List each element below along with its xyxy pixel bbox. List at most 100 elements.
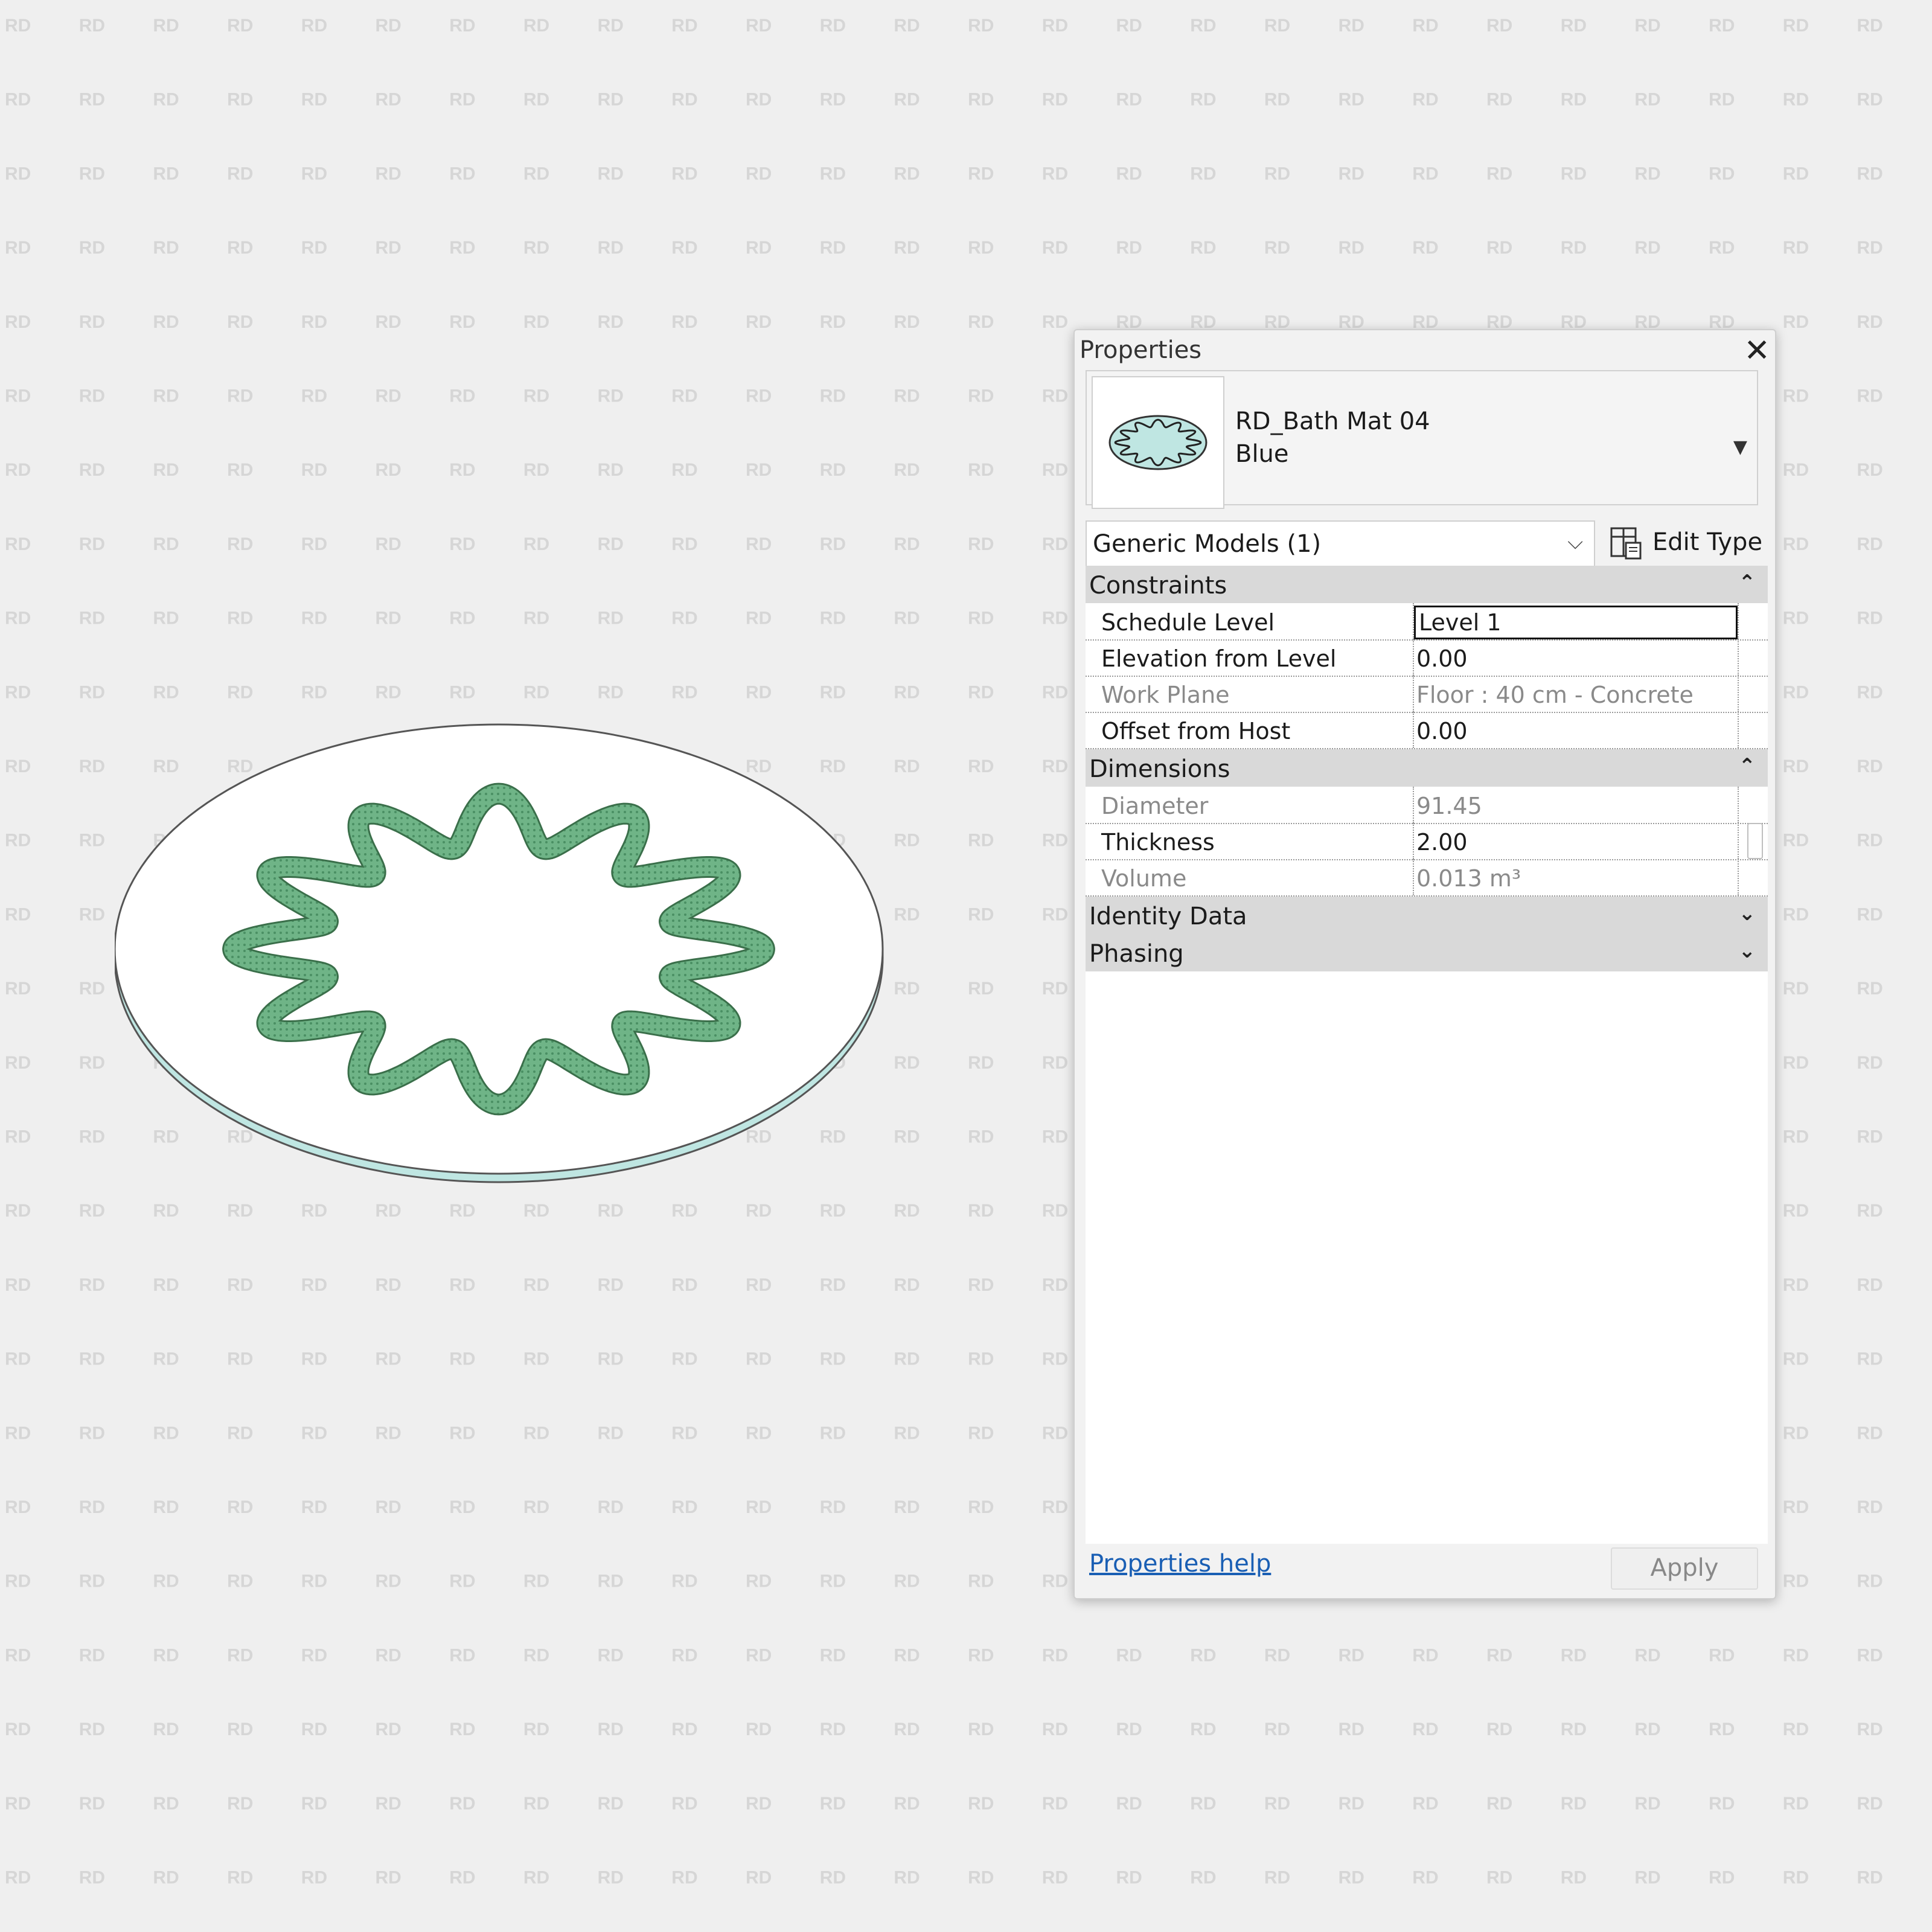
svg-text:RD: RD [671,1497,697,1517]
svg-text:RD: RD [1561,164,1587,184]
svg-text:RD: RD [301,1572,327,1591]
svg-text:RD: RD [968,238,994,258]
svg-text:RD: RD [1634,1719,1660,1739]
properties-help-link[interactable]: Properties help [1089,1550,1271,1578]
svg-text:RD: RD [153,1423,179,1443]
row-thickness[interactable]: Thickness 2.00 [1086,823,1768,860]
svg-text:RD: RD [523,1645,549,1665]
svg-text:RD: RD [1783,1349,1809,1369]
svg-text:RD: RD [968,460,994,480]
group-identity-data[interactable]: Identity Data ⌄ [1086,897,1768,934]
svg-text:RD: RD [301,609,327,629]
svg-text:RD: RD [227,164,253,184]
dropdown-arrow-icon[interactable]: ▼ [1733,437,1747,458]
scrollbar-thumb[interactable] [1747,823,1763,859]
svg-text:RD: RD [1561,1719,1587,1739]
svg-text:RD: RD [5,90,31,110]
svg-text:RD: RD [598,312,624,332]
svg-text:RD: RD [968,164,994,184]
svg-text:RD: RD [1412,238,1438,258]
group-dimensions[interactable]: Dimensions ⌃ [1086,749,1768,787]
svg-text:RD: RD [598,1201,624,1221]
expand-icon[interactable]: ⌄ [1739,939,1756,963]
svg-text:RD: RD [1783,534,1809,554]
svg-text:RD: RD [746,534,772,554]
svg-text:RD: RD [968,831,994,851]
svg-text:RD: RD [301,682,327,702]
svg-text:RD: RD [5,16,31,36]
svg-text:RD: RD [79,534,105,554]
apply-button[interactable]: Apply [1611,1547,1758,1590]
svg-text:RD: RD [1486,238,1512,258]
svg-text:RD: RD [449,90,475,110]
row-schedule-level[interactable]: Schedule Level Level 1 [1086,603,1768,641]
svg-text:RD: RD [746,1645,772,1665]
svg-text:RD: RD [1190,164,1216,184]
svg-text:RD: RD [1339,1868,1364,1888]
svg-text:RD: RD [376,164,401,184]
collapse-icon[interactable]: ⌃ [1739,754,1756,778]
svg-text:RD: RD [1857,1868,1883,1888]
svg-text:RD: RD [5,1053,31,1073]
property-value[interactable]: 0.00 [1416,718,1468,744]
svg-text:RD: RD [598,1794,624,1814]
expand-icon[interactable]: ⌄ [1739,901,1756,926]
svg-text:RD: RD [820,1719,846,1739]
svg-text:RD: RD [1264,1645,1290,1665]
svg-text:RD: RD [1783,1645,1809,1665]
row-offset-from-host[interactable]: Offset from Host 0.00 [1086,712,1768,749]
close-icon[interactable]: ✕ [1744,333,1770,369]
svg-text:RD: RD [1042,460,1068,480]
svg-text:RD: RD [1339,1719,1364,1739]
svg-text:RD: RD [1042,979,1068,999]
group-phasing[interactable]: Phasing ⌄ [1086,934,1768,971]
svg-text:RD: RD [820,1868,846,1888]
svg-text:RD: RD [1486,16,1512,36]
svg-text:RD: RD [1857,756,1883,776]
type-selector[interactable]: RD_Bath Mat 04 Blue ▼ [1086,370,1758,509]
svg-text:RD: RD [671,90,697,110]
svg-text:RD: RD [1634,1645,1660,1665]
svg-text:RD: RD [5,312,31,332]
svg-text:RD: RD [153,1201,179,1221]
svg-text:RD: RD [1709,1719,1735,1739]
svg-text:RD: RD [301,1275,327,1295]
svg-text:RD: RD [598,1572,624,1591]
collapse-icon[interactable]: ⌃ [1739,571,1756,595]
svg-text:RD: RD [449,682,475,702]
svg-text:RD: RD [227,1868,253,1888]
svg-text:RD: RD [598,90,624,110]
category-filter-select[interactable]: Generic Models (1) ⌵ [1086,520,1595,568]
svg-text:RD: RD [1042,1053,1068,1073]
property-value[interactable]: 2.00 [1416,829,1468,856]
svg-text:RD: RD [1042,534,1068,554]
svg-text:RD: RD [598,1349,624,1369]
svg-text:RD: RD [894,1645,920,1665]
group-constraints[interactable]: Constraints ⌃ [1086,566,1768,603]
svg-text:RD: RD [301,1201,327,1221]
svg-text:RD: RD [523,1275,549,1295]
svg-text:RD: RD [1339,238,1364,258]
property-value[interactable]: 0.00 [1416,645,1468,672]
bath-mat-3d-model[interactable] [115,718,912,1201]
svg-text:RD: RD [79,90,105,110]
svg-text:RD: RD [894,1572,920,1591]
svg-text:RD: RD [968,386,994,406]
svg-text:RD: RD [1042,16,1068,36]
svg-text:RD: RD [746,312,772,332]
svg-text:RD: RD [376,1572,401,1591]
svg-text:RD: RD [746,1794,772,1814]
svg-text:RD: RD [5,756,31,776]
svg-text:RD: RD [671,682,697,702]
svg-text:RD: RD [1857,1275,1883,1295]
svg-text:RD: RD [1042,1572,1068,1591]
svg-text:RD: RD [523,460,549,480]
svg-text:RD: RD [1042,831,1068,851]
row-elevation-from-level[interactable]: Elevation from Level 0.00 [1086,639,1768,677]
bath-mat-thumbnail-icon [1108,415,1208,470]
svg-text:RD: RD [301,1868,327,1888]
svg-text:RD: RD [1042,682,1068,702]
svg-text:RD: RD [227,1423,253,1443]
svg-text:RD: RD [153,682,179,702]
svg-text:RD: RD [523,1349,549,1369]
